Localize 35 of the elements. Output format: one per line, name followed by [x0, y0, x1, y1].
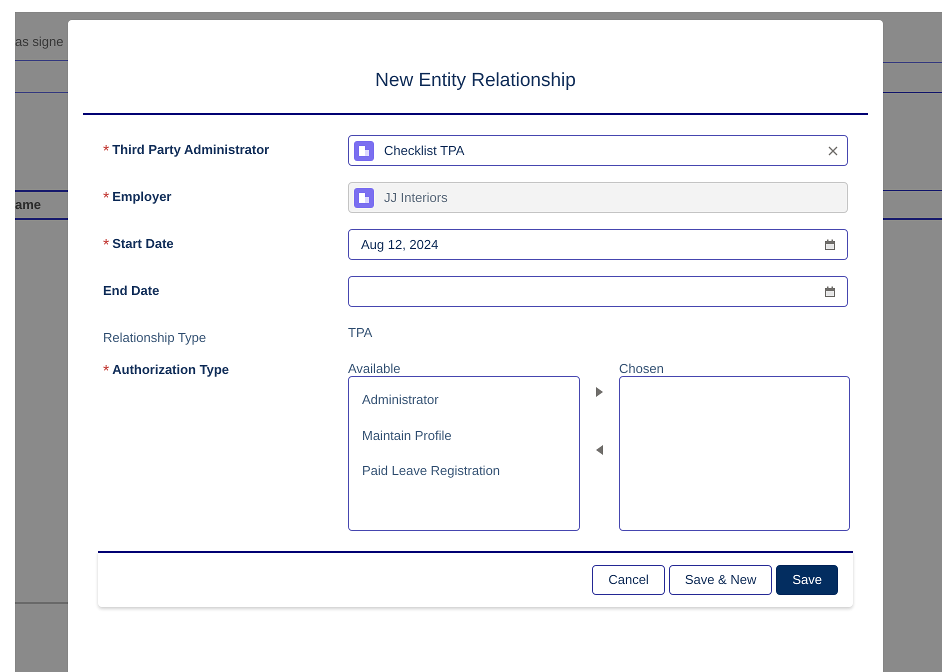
background-text: as signe [15, 34, 64, 49]
lookup-field[interactable]: JJ Interiors [348, 182, 848, 213]
building-icon [354, 188, 374, 208]
modal-title: New Entity Relationship [375, 69, 576, 94]
list-option[interactable]: Paid Leave Registration [362, 461, 566, 480]
move-left-icon[interactable] [596, 445, 603, 455]
background-text: ame [15, 196, 42, 214]
field-label: End Date [103, 282, 160, 300]
field-label: Relationship Type [103, 329, 206, 347]
save-button[interactable]: Save [776, 565, 838, 595]
list-label: Chosen [619, 360, 665, 376]
available-listbox[interactable]: Administrator Maintain Profile Paid Leave Registration [348, 376, 580, 531]
footer-button[interactable]: Cancel [592, 565, 665, 595]
required-asterisk: * [103, 236, 110, 256]
calendar-icon[interactable] [824, 286, 836, 298]
field-label: Employer [112, 188, 172, 206]
required-asterisk: * [103, 362, 110, 382]
close-icon[interactable] [828, 146, 838, 156]
chosen-listbox[interactable] [619, 376, 850, 531]
date-field[interactable]: Aug 12, 2024 [348, 229, 848, 260]
required-asterisk: * [103, 189, 110, 209]
field-label: Third Party Administrator [112, 141, 270, 159]
calendar-icon[interactable] [824, 238, 836, 250]
date-field[interactable] [348, 276, 848, 307]
required-asterisk: * [103, 142, 110, 162]
field-value: TPA [348, 324, 372, 342]
field-label: Authorization Type [112, 361, 229, 379]
move-right-icon[interactable] [596, 387, 603, 397]
lookup-field[interactable]: Checklist TPA [348, 135, 848, 166]
list-option[interactable]: Administrator [362, 390, 566, 410]
building-icon [354, 140, 374, 160]
list-label: Available [348, 360, 402, 376]
list-option[interactable]: Maintain Profile [362, 426, 566, 445]
field-label: Start Date [112, 235, 174, 253]
footer-button[interactable]: Save & New [668, 565, 772, 595]
